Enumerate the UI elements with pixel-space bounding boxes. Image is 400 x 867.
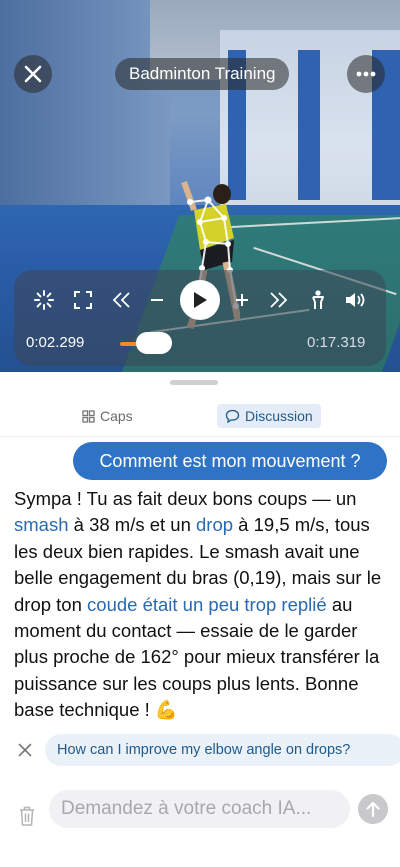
duration: 0:17.319 [307, 334, 366, 351]
tab-caps-label: Caps [100, 408, 133, 424]
volume-button[interactable] [344, 284, 368, 316]
volume-icon [346, 293, 365, 307]
drop-link[interactable]: drop [196, 514, 233, 535]
chat-bubble-icon [225, 409, 240, 423]
fast-forward-button[interactable] [266, 284, 290, 316]
person-icon [312, 290, 324, 309]
grid-icon [82, 409, 95, 423]
flexed-biceps-emoji: 💪 [154, 699, 178, 721]
tab-caps[interactable]: Caps [82, 404, 133, 428]
send-button[interactable] [358, 794, 388, 824]
pose-toggle-button[interactable] [308, 284, 328, 316]
minus-icon [151, 299, 163, 301]
more-button[interactable] [347, 55, 385, 93]
chat-input[interactable] [49, 790, 350, 828]
user-message-bubble: Comment est mon mouvement ? [73, 442, 387, 480]
plus-icon [236, 294, 248, 306]
suggestion-chip[interactable]: How can I improve my elbow angle on drop… [45, 734, 400, 766]
playback-controls: 0:02.299 0:17.319 [14, 270, 386, 366]
rewind-button[interactable] [110, 284, 134, 316]
tab-divider [0, 436, 400, 437]
play-button[interactable] [180, 280, 220, 320]
fullscreen-button[interactable] [72, 284, 94, 316]
reply-text: à 38 m/s et un [68, 514, 197, 536]
trash-icon[interactable] [17, 805, 37, 827]
fast-forward-icon [270, 292, 288, 308]
current-time: 0:02.299 [26, 334, 85, 351]
video-player[interactable]: Badminton Training 0:02.299 0:17.319 [0, 0, 400, 372]
tab-discussion[interactable]: Discussion [217, 404, 321, 428]
smash-link[interactable]: smash [14, 514, 69, 535]
elbow-link[interactable]: coude était un peu trop replié [87, 594, 327, 615]
coach-reply: Sympa ! Tu as fait deux bons coups — un … [14, 486, 390, 724]
rewind-icon [112, 292, 130, 308]
more-icon [356, 71, 376, 77]
play-icon [194, 292, 207, 308]
video-frame-panel [298, 50, 320, 200]
arrow-up-icon [366, 801, 380, 817]
tab-discussion-label: Discussion [245, 408, 313, 424]
loading-icon [34, 290, 54, 310]
close-icon [18, 743, 32, 757]
step-back-button[interactable] [147, 284, 167, 316]
loading-button[interactable] [32, 284, 56, 316]
reply-text: Sympa ! Tu as fait deux bons coups — un [14, 488, 357, 509]
dismiss-suggestion-button[interactable] [12, 737, 38, 763]
bottom-sheet: Caps Discussion Comment est mon mouvemen… [0, 372, 400, 867]
step-forward-button[interactable] [232, 284, 252, 316]
fullscreen-icon [74, 291, 92, 309]
progress-knob[interactable] [136, 332, 172, 354]
video-title: Badminton Training [115, 58, 290, 90]
close-button[interactable] [14, 55, 52, 93]
close-icon [24, 65, 42, 83]
sheet-grabber[interactable] [170, 380, 218, 385]
